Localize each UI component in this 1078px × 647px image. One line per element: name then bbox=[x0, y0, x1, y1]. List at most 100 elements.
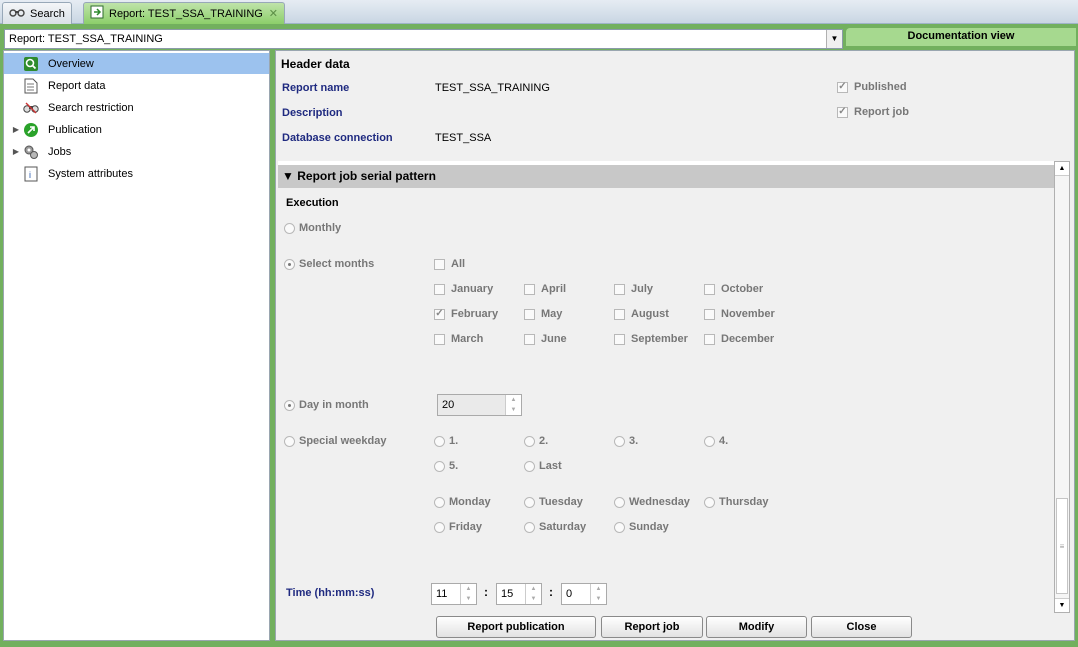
month-label: May bbox=[541, 308, 563, 320]
radio-icon bbox=[614, 521, 625, 533]
monthly-radio[interactable]: Monthly bbox=[284, 222, 341, 234]
weekday-radio[interactable]: Saturday bbox=[524, 521, 586, 533]
tab-search[interactable]: Search bbox=[2, 2, 72, 24]
month-checkbox[interactable]: December bbox=[704, 333, 774, 345]
spin-down-icon[interactable]: ▼ bbox=[506, 405, 521, 415]
month-label: June bbox=[541, 333, 567, 345]
sidebar-item-jobs[interactable]: ▶ Jobs bbox=[4, 141, 269, 162]
section-title: Report job serial pattern bbox=[297, 169, 436, 183]
binoculars-icon bbox=[9, 7, 25, 20]
sidebar-item-report-data[interactable]: Report data bbox=[4, 75, 269, 96]
spin-up-icon[interactable]: ▲ bbox=[461, 584, 476, 594]
tab-report[interactable]: Report: TEST_SSA_TRAINING ✕ bbox=[83, 2, 285, 24]
scroll-up-icon[interactable]: ▲ bbox=[1055, 162, 1069, 176]
chevron-down-icon[interactable]: ▼ bbox=[826, 30, 842, 48]
binoculars-icon bbox=[22, 100, 40, 116]
month-checkbox[interactable]: January bbox=[434, 283, 493, 295]
sidebar-item-publication[interactable]: ▶ Publication bbox=[4, 119, 269, 140]
month-checkbox[interactable]: September bbox=[614, 333, 688, 345]
month-all-checkbox[interactable]: All bbox=[434, 258, 465, 270]
second-stepper[interactable]: 0 ▲ ▼ bbox=[561, 583, 607, 605]
month-checkbox[interactable]: July bbox=[614, 283, 653, 295]
documentation-view-tab[interactable]: Documentation view bbox=[846, 28, 1076, 46]
ordinal-radio[interactable]: 3. bbox=[614, 435, 638, 447]
sidebar-item-overview[interactable]: Overview bbox=[4, 53, 269, 74]
month-label: October bbox=[721, 283, 764, 295]
day-in-month-radio[interactable]: Day in month bbox=[284, 399, 369, 411]
scroll-down-icon[interactable]: ▼ bbox=[1055, 598, 1069, 612]
checkbox-icon bbox=[524, 333, 535, 345]
ordinal-label: 1. bbox=[449, 435, 459, 447]
expand-arrow-icon[interactable]: ▶ bbox=[10, 125, 22, 134]
close-button[interactable]: Close bbox=[811, 616, 912, 638]
report-job-button[interactable]: Report job bbox=[601, 616, 703, 638]
radio-icon bbox=[434, 435, 445, 447]
spin-down-icon[interactable]: ▼ bbox=[461, 594, 476, 604]
ordinal-radio[interactable]: 1. bbox=[434, 435, 458, 447]
report-select-value: Report: TEST_SSA_TRAINING bbox=[9, 33, 163, 45]
weekday-radio[interactable]: Sunday bbox=[614, 521, 669, 533]
weekday-radio[interactable]: Tuesday bbox=[524, 496, 583, 508]
sidebar-item-system-attributes[interactable]: i System attributes bbox=[4, 163, 269, 184]
weekday-radio[interactable]: Friday bbox=[434, 521, 482, 533]
spin-up-icon[interactable]: ▲ bbox=[506, 395, 521, 405]
month-checkbox[interactable]: October bbox=[704, 283, 763, 295]
spin-down-icon[interactable]: ▼ bbox=[526, 594, 541, 604]
radio-icon bbox=[614, 435, 625, 447]
month-checkbox[interactable]: May bbox=[524, 308, 562, 320]
spin-down-icon[interactable]: ▼ bbox=[591, 594, 606, 604]
vertical-scrollbar[interactable]: ▲ ≡ ▼ bbox=[1054, 161, 1070, 613]
report-name-label: Report name bbox=[282, 82, 350, 94]
description-label: Description bbox=[282, 107, 343, 119]
sidebar-item-label: Report data bbox=[48, 79, 106, 92]
monthly-label: Monthly bbox=[299, 222, 342, 234]
weekday-label: Friday bbox=[449, 521, 483, 533]
time-separator: : bbox=[549, 585, 553, 599]
day-in-month-stepper[interactable]: 20 ▲ ▼ bbox=[437, 394, 522, 416]
ordinal-label: 5. bbox=[449, 460, 459, 472]
published-label: Published bbox=[854, 81, 907, 93]
weekday-radio[interactable]: Monday bbox=[434, 496, 491, 508]
ordinal-radio[interactable]: Last bbox=[524, 460, 562, 472]
report-job-checkbox[interactable]: ✓ Report job bbox=[837, 106, 909, 118]
report-select[interactable]: Report: TEST_SSA_TRAINING ▼ bbox=[4, 29, 843, 49]
section-header-serial-pattern[interactable]: ▼ Report job serial pattern bbox=[278, 165, 1054, 188]
month-checkbox[interactable]: June bbox=[524, 333, 567, 345]
expand-arrow-icon[interactable]: ▶ bbox=[10, 147, 22, 156]
overview-icon bbox=[22, 56, 40, 72]
checkmark-icon: ✓ bbox=[837, 106, 848, 118]
sidebar-item-search-restriction[interactable]: Search restriction bbox=[4, 97, 269, 118]
select-months-label: Select months bbox=[299, 258, 375, 270]
month-checkbox[interactable]: April bbox=[524, 283, 566, 295]
report-publication-button[interactable]: Report publication bbox=[436, 616, 596, 638]
checkbox-icon bbox=[614, 308, 625, 320]
ordinal-radio[interactable]: 2. bbox=[524, 435, 548, 447]
ordinal-radio[interactable]: 4. bbox=[704, 435, 728, 447]
spin-up-icon[interactable]: ▲ bbox=[591, 584, 606, 594]
published-checkbox[interactable]: ✓ Published bbox=[837, 81, 907, 93]
tab-search-label: Search bbox=[30, 7, 65, 20]
modify-button[interactable]: Modify bbox=[706, 616, 807, 638]
spin-up-icon[interactable]: ▲ bbox=[526, 584, 541, 594]
weekday-radio[interactable]: Thursday bbox=[704, 496, 769, 508]
weekday-radio[interactable]: Wednesday bbox=[614, 496, 690, 508]
day-in-month-value: 20 bbox=[438, 395, 505, 415]
ordinal-label: 2. bbox=[539, 435, 549, 447]
month-checkbox[interactable]: August bbox=[614, 308, 669, 320]
checkmark-icon: ✓ bbox=[837, 81, 848, 93]
scroll-thumb[interactable]: ≡ bbox=[1056, 498, 1068, 594]
ordinal-radio[interactable]: 5. bbox=[434, 460, 458, 472]
close-icon[interactable]: ✕ bbox=[269, 7, 278, 20]
hour-stepper[interactable]: 11 ▲ ▼ bbox=[431, 583, 477, 605]
special-weekday-radio[interactable]: Special weekday bbox=[284, 435, 386, 447]
month-checkbox[interactable]: March bbox=[434, 333, 483, 345]
select-months-radio[interactable]: Select months bbox=[284, 258, 374, 270]
weekday-label: Monday bbox=[449, 496, 491, 508]
tab-report-label: Report: TEST_SSA_TRAINING bbox=[109, 7, 263, 20]
month-checkbox[interactable]: November bbox=[704, 308, 775, 320]
month-all-label: All bbox=[451, 258, 466, 270]
checkbox-icon bbox=[434, 333, 445, 345]
radio-icon bbox=[524, 496, 535, 508]
month-checkbox[interactable]: ✓ February bbox=[434, 308, 498, 320]
minute-stepper[interactable]: 15 ▲ ▼ bbox=[496, 583, 542, 605]
